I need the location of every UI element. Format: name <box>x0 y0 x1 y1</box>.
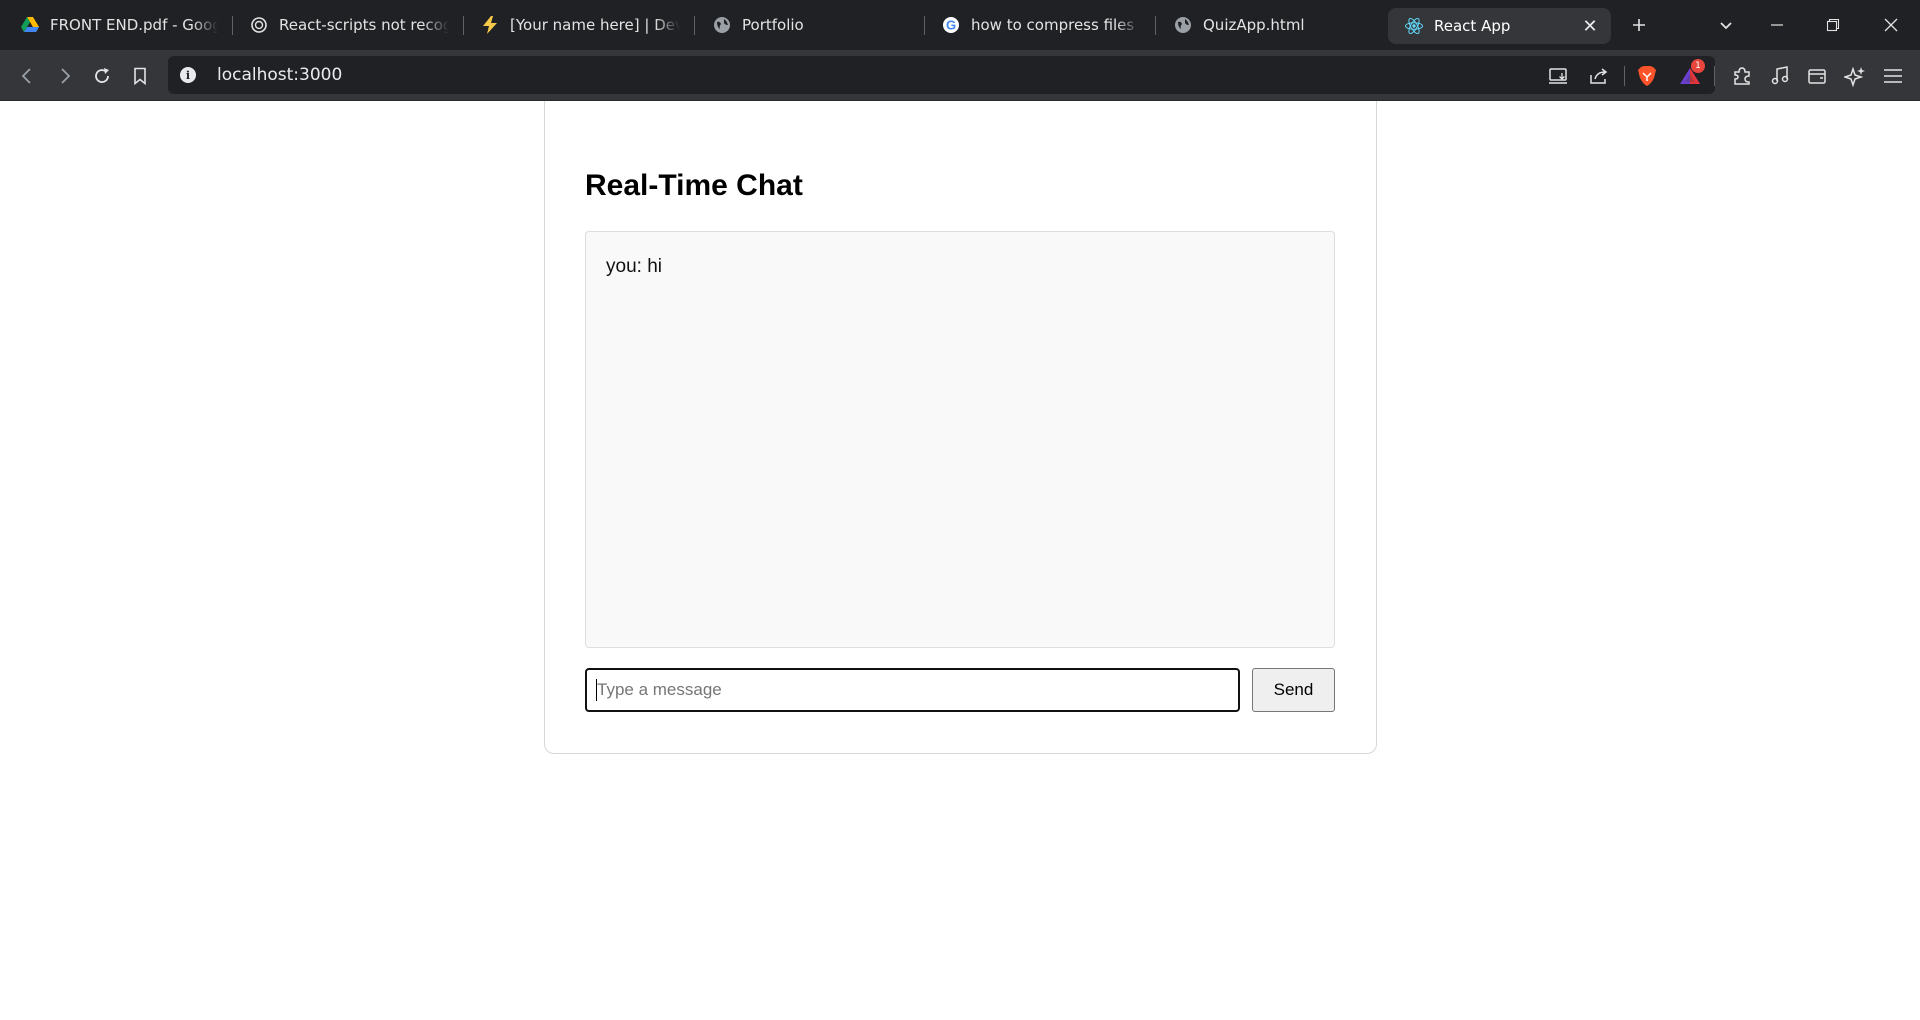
react-icon <box>1404 16 1424 36</box>
bookmark-icon[interactable] <box>125 61 155 91</box>
brave-shields-icon[interactable] <box>1632 61 1662 91</box>
minimize-window-icon[interactable] <box>1762 10 1792 40</box>
tab-title: QuizApp.html <box>1203 16 1305 34</box>
globe-icon <box>1173 15 1193 35</box>
text-caret <box>596 679 597 701</box>
tab-title: FRONT END.pdf - Google Drive <box>50 16 218 34</box>
menu-hamburger-icon[interactable] <box>1878 61 1908 91</box>
media-music-icon[interactable] <box>1765 61 1795 91</box>
close-window-icon[interactable] <box>1876 10 1906 40</box>
tab-separator <box>232 16 233 35</box>
tab-separator <box>463 16 464 35</box>
tab-title: React App <box>1434 17 1511 35</box>
notification-badge: 1 <box>1691 59 1705 73</box>
share-icon[interactable] <box>1584 61 1614 91</box>
wallet-icon[interactable] <box>1802 61 1832 91</box>
globe-icon <box>712 15 732 35</box>
svg-text:G: G <box>946 18 956 33</box>
google-drive-icon <box>20 15 40 35</box>
tab-title: [Your name here] | Developer <box>510 16 680 34</box>
browser-toolbar: i localhost:3000 1 <box>0 50 1920 101</box>
google-icon: G <box>941 15 961 35</box>
tab-react-scripts[interactable]: React-scripts not recognized <box>249 0 449 50</box>
extensions-puzzle-icon[interactable] <box>1727 61 1757 91</box>
close-tab-icon[interactable]: ✕ <box>1579 15 1601 37</box>
install-app-icon[interactable] <box>1543 61 1573 91</box>
address-bar[interactable]: i localhost:3000 <box>168 56 1715 94</box>
tab-search-chevron-icon[interactable] <box>1711 10 1741 40</box>
address-url[interactable]: localhost:3000 <box>217 65 342 85</box>
tab-react-app[interactable]: React App ✕ <box>1388 8 1611 44</box>
chat-card: Real-Time Chat you: hi Send <box>544 101 1377 754</box>
leo-ai-sparkle-icon[interactable] <box>1840 61 1870 91</box>
tab-separator <box>694 16 695 35</box>
tab-title: React-scripts not recognized <box>279 16 449 34</box>
back-arrow-icon[interactable] <box>12 61 42 91</box>
forward-arrow-icon[interactable] <box>50 61 80 91</box>
tab-quizapp[interactable]: QuizApp.html <box>1173 0 1373 50</box>
reload-icon[interactable] <box>87 61 117 91</box>
tab-portfolio[interactable]: Portfolio <box>712 0 912 50</box>
chat-message: you: hi <box>606 256 662 277</box>
tab-separator <box>1155 16 1156 35</box>
tab-strip: FRONT END.pdf - Google Drive React-scrip… <box>0 0 1920 50</box>
tab-separator <box>924 16 925 35</box>
tab-title: Portfolio <box>742 16 804 34</box>
toolbar-divider <box>1624 66 1625 86</box>
toolbar-divider <box>1714 66 1715 86</box>
tab-developer-portfolio[interactable]: [Your name here] | Developer <box>480 0 680 50</box>
tab-title: how to compress files to <box>971 16 1141 34</box>
message-input[interactable] <box>585 668 1240 712</box>
page-title: Real-Time Chat <box>585 169 803 202</box>
send-button[interactable]: Send <box>1252 668 1335 712</box>
chatgpt-icon <box>249 15 269 35</box>
tab-front-end-pdf[interactable]: FRONT END.pdf - Google Drive <box>20 0 218 50</box>
bolt-icon <box>480 15 500 35</box>
chat-messages-panel[interactable]: you: hi <box>585 231 1335 648</box>
restore-window-icon[interactable] <box>1818 10 1848 40</box>
new-tab-button[interactable] <box>1624 10 1654 40</box>
brave-rewards-icon[interactable]: 1 <box>1675 59 1705 91</box>
tab-google-search[interactable]: G how to compress files to <box>941 0 1141 50</box>
site-info-icon[interactable]: i <box>180 67 196 83</box>
